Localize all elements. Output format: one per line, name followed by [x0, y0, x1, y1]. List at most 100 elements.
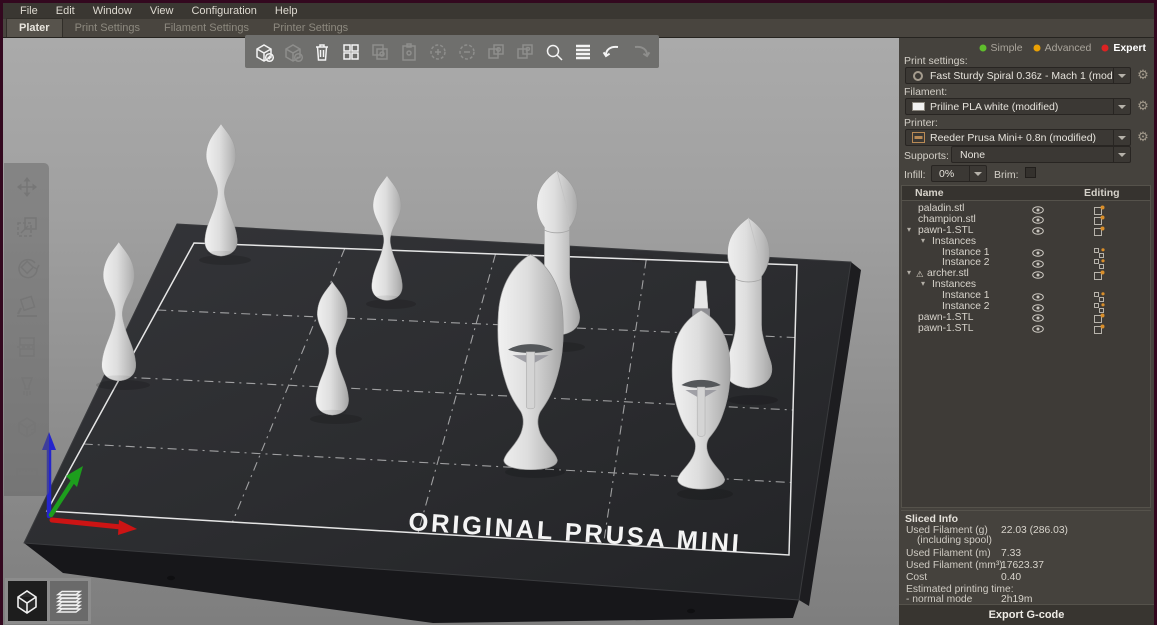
- place-on-face-tool[interactable]: [14, 294, 40, 325]
- paste-button[interactable]: [395, 38, 422, 65]
- print-settings-dropdown[interactable]: Fast Sturdy Spiral 0.36z - Mach 1 (modif…: [905, 67, 1131, 84]
- object-row[interactable]: pawn-1.STL: [902, 324, 1150, 335]
- export-gcode-button[interactable]: Export G-code: [899, 604, 1154, 625]
- dropdown-arrow-icon: [1113, 147, 1130, 162]
- 3d-editor-view-button[interactable]: [8, 581, 47, 621]
- delete-all-button[interactable]: [308, 38, 335, 65]
- delete-button[interactable]: [279, 38, 306, 65]
- instance-row[interactable]: Instance 1: [902, 291, 1150, 302]
- piece-pawn-3[interactable]: [102, 242, 136, 381]
- menu-help[interactable]: Help: [266, 4, 307, 18]
- filament-label: Filament:: [904, 86, 947, 98]
- brim-label: Brim:: [994, 169, 1019, 181]
- supports-dropdown[interactable]: None: [951, 146, 1131, 163]
- piece-pawn-1[interactable]: [205, 124, 237, 256]
- menu-file[interactable]: File: [11, 4, 47, 18]
- menubar: File Edit Window View Configuration Help: [3, 3, 1154, 19]
- tab-plater[interactable]: Plater: [6, 18, 63, 37]
- sliced-info-value: 22.03 (286.03): [1001, 525, 1068, 536]
- expander-icon[interactable]: ▾: [907, 268, 911, 279]
- add-button[interactable]: [250, 38, 277, 65]
- variable-layer-height-button[interactable]: [569, 38, 596, 65]
- printer-icon: [906, 132, 930, 143]
- measure-tool[interactable]: [14, 454, 40, 485]
- expander-icon[interactable]: ▾: [921, 236, 925, 247]
- supports-label: Supports:: [904, 150, 949, 162]
- app-window: File Edit Window View Configuration Help…: [0, 0, 1157, 625]
- tab-print-settings[interactable]: Print Settings: [63, 19, 152, 37]
- sliced-info-value: 0.40: [1001, 572, 1021, 583]
- sliced-info-value: 7.33: [1001, 548, 1021, 559]
- column-name: Name: [915, 187, 944, 199]
- undo-button[interactable]: [598, 38, 625, 65]
- left-toolbar: [4, 163, 49, 496]
- add-instance-button[interactable]: [424, 38, 451, 65]
- move-tool[interactable]: [14, 174, 40, 205]
- object-list-header: Name Editing: [902, 186, 1150, 201]
- printer-gear-icon[interactable]: ⚙: [1135, 129, 1151, 145]
- mode-advanced[interactable]: Advanced: [1033, 42, 1092, 54]
- instances-group-row[interactable]: ▾ Instances: [902, 237, 1150, 248]
- dropdown-arrow-icon: [1113, 68, 1130, 83]
- menu-configuration[interactable]: Configuration: [182, 4, 265, 18]
- printer-dropdown[interactable]: Reeder Prusa Mini+ 0.8n (modified): [905, 129, 1131, 146]
- filament-dropdown[interactable]: Priline PLA white (modified): [905, 98, 1131, 115]
- filament-swatch-icon: [906, 102, 930, 111]
- instances-group-row[interactable]: ▾ Instances: [902, 280, 1150, 291]
- top-toolbar: [245, 35, 659, 68]
- copy-button[interactable]: [366, 38, 393, 65]
- print-settings-gear-icon[interactable]: ⚙: [1135, 67, 1151, 83]
- object-list: Name Editing paladin.stl champion.stl ▾ …: [901, 185, 1151, 508]
- infill-dropdown[interactable]: 0%: [931, 165, 987, 182]
- advanced-dot-icon: [1033, 44, 1041, 52]
- scale-tool[interactable]: [14, 214, 40, 245]
- sliced-info-panel: Sliced Info Used Filament (g) 22.03 (286…: [901, 510, 1151, 603]
- dropdown-arrow-icon: [969, 166, 986, 181]
- cube-icon: [12, 586, 42, 616]
- simple-dot-icon: [979, 44, 987, 52]
- sliced-info-label: Cost: [906, 572, 927, 583]
- menu-view[interactable]: View: [141, 4, 183, 18]
- mode-switcher: Simple Advanced Expert: [979, 42, 1147, 54]
- redo-button[interactable]: [627, 38, 654, 65]
- brim-checkbox[interactable]: [1025, 167, 1036, 178]
- paint-on-supports-tool[interactable]: [14, 374, 40, 405]
- search-button[interactable]: [540, 38, 567, 65]
- instance-row[interactable]: Instance 1: [902, 248, 1150, 259]
- cut-tool[interactable]: [14, 334, 40, 365]
- split-to-parts-button[interactable]: [511, 38, 538, 65]
- 3d-viewport[interactable]: ORIGINAL PRUSA MINI: [3, 38, 899, 625]
- menu-edit[interactable]: Edit: [47, 4, 84, 18]
- scene-canvas[interactable]: ORIGINAL PRUSA MINI: [3, 38, 899, 625]
- infill-label: Infill:: [904, 169, 926, 181]
- expander-icon[interactable]: ▾: [921, 279, 925, 290]
- remove-instance-button[interactable]: [453, 38, 480, 65]
- column-editing: Editing: [1084, 187, 1120, 199]
- printer-label: Printer:: [904, 117, 938, 129]
- print-settings-icon: [906, 71, 930, 81]
- print-settings-label: Print settings:: [904, 55, 968, 67]
- sliced-info-label2: (including spool): [917, 535, 992, 546]
- dropdown-arrow-icon: [1113, 130, 1130, 145]
- layers-icon: [53, 586, 85, 616]
- sliced-info-title: Sliced Info: [905, 513, 958, 525]
- arrange-button[interactable]: [337, 38, 364, 65]
- eye-icon[interactable]: [1032, 325, 1044, 337]
- filament-gear-icon[interactable]: ⚙: [1135, 98, 1151, 114]
- seam-painting-tool[interactable]: [14, 414, 40, 445]
- split-to-objects-button[interactable]: [482, 38, 509, 65]
- edit-object-icon[interactable]: [1094, 324, 1105, 338]
- rotate-tool[interactable]: [14, 254, 40, 285]
- mode-simple[interactable]: Simple: [979, 42, 1023, 54]
- tab-filament-settings[interactable]: Filament Settings: [152, 19, 261, 37]
- sliced-preview-button[interactable]: [50, 581, 89, 621]
- sliced-info-label: Used Filament (mm³): [906, 560, 1003, 571]
- menu-window[interactable]: Window: [84, 4, 141, 18]
- sidebar: Simple Advanced Expert Print settings: F…: [899, 38, 1154, 625]
- expert-dot-icon: [1101, 44, 1109, 52]
- dropdown-arrow-icon: [1113, 99, 1130, 114]
- mode-expert[interactable]: Expert: [1101, 42, 1146, 54]
- sliced-info-value: 17623.37: [1001, 560, 1044, 571]
- expander-icon[interactable]: ▾: [907, 225, 911, 236]
- view-mode-toggles: [5, 578, 91, 624]
